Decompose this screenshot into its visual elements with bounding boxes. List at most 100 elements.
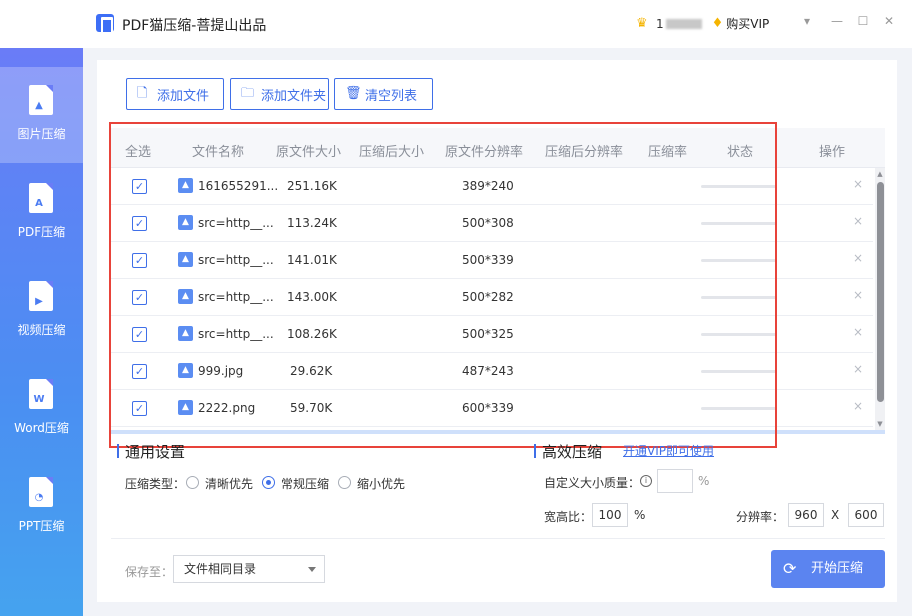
image-icon: ▲ xyxy=(178,178,193,193)
diamond-icon: ♦ xyxy=(711,16,724,31)
file-resolution: 500*339 xyxy=(462,253,514,267)
resolution-height-input[interactable]: 600 xyxy=(848,503,884,527)
progress-bar xyxy=(701,296,777,299)
row-checkbox[interactable]: ✓ xyxy=(132,290,147,305)
col-orig-res: 原文件分辨率 xyxy=(445,145,524,160)
radio-normal[interactable] xyxy=(262,476,275,489)
file-name: 161655291... xyxy=(198,179,279,193)
footer-divider xyxy=(111,538,885,539)
file-resolution: 389*240 xyxy=(462,179,514,193)
file-size: 143.00K xyxy=(287,290,337,304)
add-folder-button[interactable]: 🗀 添加文件夹 xyxy=(230,78,329,110)
file-name: src=http__... xyxy=(198,216,274,230)
sidebar-item-pdf[interactable]: A PDF压缩 xyxy=(0,165,83,261)
add-file-button[interactable]: 🗋 添加文件 xyxy=(126,78,224,110)
option-clarity-label[interactable]: 清晰优先 xyxy=(205,475,253,492)
add-file-icon: 🗋 xyxy=(137,86,148,101)
content-card: 🗋 添加文件 🗀 添加文件夹 🗑 清空列表 全选 文件名称 原文件大小 压缩后大… xyxy=(97,60,897,602)
row-checkbox[interactable]: ✓ xyxy=(132,401,147,416)
list-bottom-strip xyxy=(111,430,885,434)
scroll-up-icon[interactable]: ▲ xyxy=(876,170,884,178)
sidebar-item-label: PDF压缩 xyxy=(17,225,66,239)
col-action: 操作 xyxy=(819,145,846,160)
delete-row-icon[interactable]: × xyxy=(853,214,863,228)
file-list: ✓ ▲ 161655291... 251.16K 389*240 × ✓ ▲ s… xyxy=(111,168,885,430)
radio-clarity[interactable] xyxy=(186,476,199,489)
col-ratio: 压缩率 xyxy=(648,145,688,160)
scroll-thumb[interactable] xyxy=(877,182,884,402)
delete-row-icon[interactable]: × xyxy=(853,362,863,376)
file-resolution: 500*325 xyxy=(462,327,514,341)
menu-icon[interactable]: ▾ xyxy=(800,14,814,28)
add-folder-icon: 🗀 xyxy=(241,86,255,101)
row-checkbox[interactable]: ✓ xyxy=(132,327,147,342)
option-normal-label[interactable]: 常规压缩 xyxy=(281,475,329,492)
table-row: ✓ ▲ src=http__... 113.24K 500*308 × xyxy=(111,205,873,242)
delete-row-icon[interactable]: × xyxy=(853,288,863,302)
table-header: 全选 文件名称 原文件大小 压缩后大小 原文件分辨率 压缩后分辨率 压缩率 状态… xyxy=(111,128,885,168)
info-icon[interactable]: i xyxy=(640,475,652,487)
row-checkbox[interactable]: ✓ xyxy=(132,179,147,194)
col-comp-size: 压缩后大小 xyxy=(359,145,425,160)
clear-list-button[interactable]: 🗑 清空列表 xyxy=(334,78,433,110)
image-icon: ▲ xyxy=(178,400,193,415)
row-checkbox[interactable]: ✓ xyxy=(132,364,147,379)
file-size: 59.70K xyxy=(290,401,333,415)
save-location-select[interactable]: 文件相同目录 xyxy=(173,555,325,583)
video-file-icon: ▶ xyxy=(29,281,53,311)
progress-bar xyxy=(701,259,777,262)
select-all-header[interactable]: 全选 xyxy=(125,141,151,160)
scroll-down-icon[interactable]: ▼ xyxy=(876,420,884,428)
list-scrollbar[interactable]: ▲ ▼ xyxy=(875,168,885,430)
table-row: ✓ ▲ src=http__... 143.00K 500*282 × xyxy=(111,279,873,316)
trash-icon: 🗑 xyxy=(345,86,362,101)
title-bar: PDF猫压缩-菩提山出品 ♛ 1 ♦ 购买VIP ▾ — ☐ ✕ xyxy=(0,0,912,48)
open-vip-link[interactable]: 开通VIP即可使用 xyxy=(623,442,714,459)
table-row: ✓ ▲ src=http__... 141.01K 500*339 × xyxy=(111,242,873,279)
app-title: PDF猫压缩-菩提山出品 xyxy=(122,18,267,34)
row-checkbox[interactable]: ✓ xyxy=(132,253,147,268)
delete-row-icon[interactable]: × xyxy=(853,177,863,191)
file-resolution: 600*339 xyxy=(462,401,514,415)
custom-size-input[interactable] xyxy=(657,469,693,493)
resolution-width-input[interactable]: 960 xyxy=(788,503,824,527)
option-small-label[interactable]: 缩小优先 xyxy=(357,475,405,492)
row-checkbox[interactable]: ✓ xyxy=(132,216,147,231)
minimize-icon[interactable]: — xyxy=(830,14,844,28)
table-row: ✓ ▲ 2222.png 59.70K 600*339 × xyxy=(111,390,873,427)
delete-row-icon[interactable]: × xyxy=(853,325,863,339)
start-compress-button[interactable]: ⟳ 开始压缩 xyxy=(771,550,885,588)
crown-icon: ♛ xyxy=(636,15,648,31)
sidebar-item-word[interactable]: W Word压缩 xyxy=(0,361,83,457)
user-name[interactable]: 1 xyxy=(656,17,664,31)
user-area: ♛ 1 ♦ 购买VIP xyxy=(636,15,769,32)
resolution-label: 分辨率： xyxy=(736,510,785,524)
delete-row-icon[interactable]: × xyxy=(853,251,863,265)
image-icon: ▲ xyxy=(178,215,193,230)
radio-small[interactable] xyxy=(338,476,351,489)
file-resolution: 500*282 xyxy=(462,290,514,304)
ratio-percent-sign: % xyxy=(634,508,646,522)
sidebar: ▲ 图片压缩 A PDF压缩 ▶ 视频压缩 W Word压缩 ◔ PPT压缩 xyxy=(0,48,83,616)
file-size: 141.01K xyxy=(287,253,337,267)
refresh-icon: ⟳ xyxy=(783,559,797,578)
progress-bar xyxy=(701,185,777,188)
progress-bar xyxy=(701,222,777,225)
app-logo-icon xyxy=(96,14,114,34)
sidebar-item-ppt[interactable]: ◔ PPT压缩 xyxy=(0,459,83,555)
aspect-ratio-label: 宽高比： xyxy=(544,510,593,524)
efficient-compress-title: 高效压缩 xyxy=(534,441,602,462)
buy-vip-button[interactable]: 购买VIP xyxy=(726,15,769,32)
sidebar-item-video[interactable]: ▶ 视频压缩 xyxy=(0,263,83,359)
maximize-icon[interactable]: ☐ xyxy=(856,14,870,28)
delete-row-icon[interactable]: × xyxy=(853,399,863,413)
sidebar-item-image[interactable]: ▲ 图片压缩 xyxy=(0,67,83,163)
aspect-ratio-input[interactable]: 100 xyxy=(592,503,628,527)
col-orig-size: 原文件大小 xyxy=(276,145,342,160)
user-name-mask xyxy=(665,18,702,29)
file-size: 113.24K xyxy=(287,216,337,230)
close-icon[interactable]: ✕ xyxy=(882,14,896,28)
progress-bar xyxy=(701,407,777,410)
image-file-icon: ▲ xyxy=(29,85,53,115)
file-name: 2222.png xyxy=(198,401,256,415)
